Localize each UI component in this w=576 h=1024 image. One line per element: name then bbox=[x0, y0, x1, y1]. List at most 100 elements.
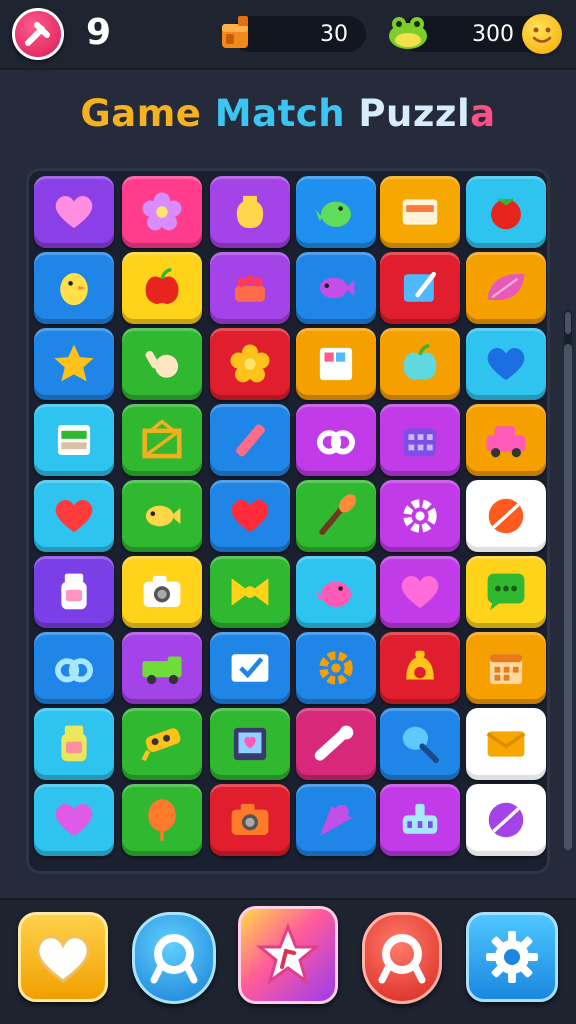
tile-tablet[interactable] bbox=[380, 252, 460, 324]
balloon-icon bbox=[148, 799, 176, 841]
title-part-puzzl: Puzzl bbox=[358, 92, 471, 135]
tile-heart[interactable] bbox=[466, 328, 546, 400]
tile-card[interactable] bbox=[34, 404, 114, 476]
tile-truck[interactable] bbox=[122, 632, 202, 704]
tile-vase[interactable] bbox=[210, 176, 290, 248]
tile-ball[interactable] bbox=[466, 480, 546, 552]
tile-balloon[interactable] bbox=[122, 784, 202, 856]
tile-heart[interactable] bbox=[210, 480, 290, 552]
profile-button[interactable] bbox=[522, 14, 562, 54]
tile-car[interactable] bbox=[466, 404, 546, 476]
heart-icon bbox=[231, 500, 269, 533]
tile-chick[interactable] bbox=[34, 252, 114, 324]
tile-bird[interactable] bbox=[296, 556, 376, 628]
search-button[interactable] bbox=[132, 912, 216, 1004]
flower-icon bbox=[230, 344, 270, 383]
ball-icon bbox=[488, 802, 524, 838]
tile-tag[interactable] bbox=[122, 708, 202, 780]
bottle-icon bbox=[61, 725, 87, 762]
tile-frame[interactable] bbox=[296, 328, 376, 400]
tile-bag[interactable] bbox=[380, 404, 460, 476]
tile-robot[interactable] bbox=[380, 784, 460, 856]
tile-bow[interactable] bbox=[210, 556, 290, 628]
tile-calendar[interactable] bbox=[466, 632, 546, 704]
pan-icon bbox=[402, 726, 439, 763]
tile-brush[interactable] bbox=[296, 480, 376, 552]
tile-link[interactable] bbox=[34, 632, 114, 704]
tile-apple[interactable] bbox=[380, 328, 460, 400]
fish-icon bbox=[145, 505, 181, 527]
bird-icon bbox=[315, 581, 351, 607]
gear-icon bbox=[486, 931, 538, 983]
tile-flower[interactable] bbox=[210, 328, 290, 400]
envelope-icon bbox=[486, 731, 526, 757]
tile-apple[interactable] bbox=[122, 252, 202, 324]
chat-icon bbox=[487, 573, 525, 611]
tile-heart[interactable] bbox=[34, 480, 114, 552]
tile-safe[interactable] bbox=[210, 708, 290, 780]
bird-icon bbox=[315, 201, 351, 227]
heart-icon bbox=[401, 576, 439, 609]
car-icon bbox=[486, 426, 526, 458]
search-icon bbox=[378, 934, 426, 984]
heart-icon bbox=[487, 348, 525, 381]
tile-envelope[interactable] bbox=[466, 708, 546, 780]
tag-icon bbox=[141, 728, 181, 762]
chick-icon bbox=[60, 273, 88, 306]
tile-camera[interactable] bbox=[210, 784, 290, 856]
scrollbar-thumb[interactable] bbox=[564, 344, 572, 850]
tile-link[interactable] bbox=[296, 404, 376, 476]
camera-icon bbox=[231, 803, 269, 835]
coins-value: 300 bbox=[472, 21, 514, 47]
tile-bell[interactable] bbox=[380, 632, 460, 704]
scrollbar-up[interactable] bbox=[565, 312, 571, 334]
tile-tomato[interactable] bbox=[466, 176, 546, 248]
tile-mail[interactable] bbox=[210, 632, 290, 704]
link-icon bbox=[317, 430, 355, 455]
fuel-can-icon bbox=[222, 16, 248, 48]
tile-fish[interactable] bbox=[296, 252, 376, 324]
tile-flower[interactable] bbox=[122, 176, 202, 248]
frog-icon bbox=[389, 17, 427, 49]
robot-icon bbox=[402, 803, 438, 834]
search-icon bbox=[150, 934, 198, 984]
game-title: Game Match Puzzla bbox=[0, 92, 576, 135]
back-button[interactable] bbox=[12, 8, 64, 60]
settings-button[interactable] bbox=[466, 912, 558, 1002]
tile-crate[interactable] bbox=[122, 404, 202, 476]
apple-icon bbox=[403, 343, 437, 381]
tile-cone[interactable] bbox=[296, 784, 376, 856]
heart-button[interactable] bbox=[18, 912, 108, 1002]
tile-heart[interactable] bbox=[34, 176, 114, 248]
tile-camera[interactable] bbox=[122, 556, 202, 628]
tile-screen[interactable] bbox=[380, 176, 460, 248]
card-icon bbox=[57, 425, 91, 455]
title-part-a: a bbox=[470, 92, 496, 135]
tile-chat[interactable] bbox=[466, 556, 546, 628]
tile-heart[interactable] bbox=[380, 556, 460, 628]
tile-bottle[interactable] bbox=[34, 556, 114, 628]
tile-star[interactable] bbox=[34, 328, 114, 400]
tile-leaf[interactable] bbox=[466, 252, 546, 324]
star-icon bbox=[256, 923, 320, 985]
hand-icon bbox=[145, 350, 179, 378]
fish-icon bbox=[319, 277, 355, 299]
tile-gear[interactable] bbox=[380, 480, 460, 552]
tile-pencil[interactable] bbox=[210, 404, 290, 476]
gear-icon bbox=[403, 499, 437, 533]
star-button[interactable] bbox=[238, 906, 338, 1004]
tile-cake[interactable] bbox=[210, 252, 290, 324]
tile-bird[interactable] bbox=[296, 176, 376, 248]
tile-ball[interactable] bbox=[466, 784, 546, 856]
search-button-red[interactable] bbox=[362, 912, 442, 1004]
mail-icon bbox=[231, 654, 269, 682]
tile-heart[interactable] bbox=[34, 784, 114, 856]
tile-pin[interactable] bbox=[296, 708, 376, 780]
tile-pan[interactable] bbox=[380, 708, 460, 780]
top-bar: 9 30 300 bbox=[0, 0, 576, 70]
calendar-icon bbox=[489, 654, 523, 685]
tile-gear[interactable] bbox=[296, 632, 376, 704]
tile-hand[interactable] bbox=[122, 328, 202, 400]
tile-bottle[interactable] bbox=[34, 708, 114, 780]
tile-fish[interactable] bbox=[122, 480, 202, 552]
